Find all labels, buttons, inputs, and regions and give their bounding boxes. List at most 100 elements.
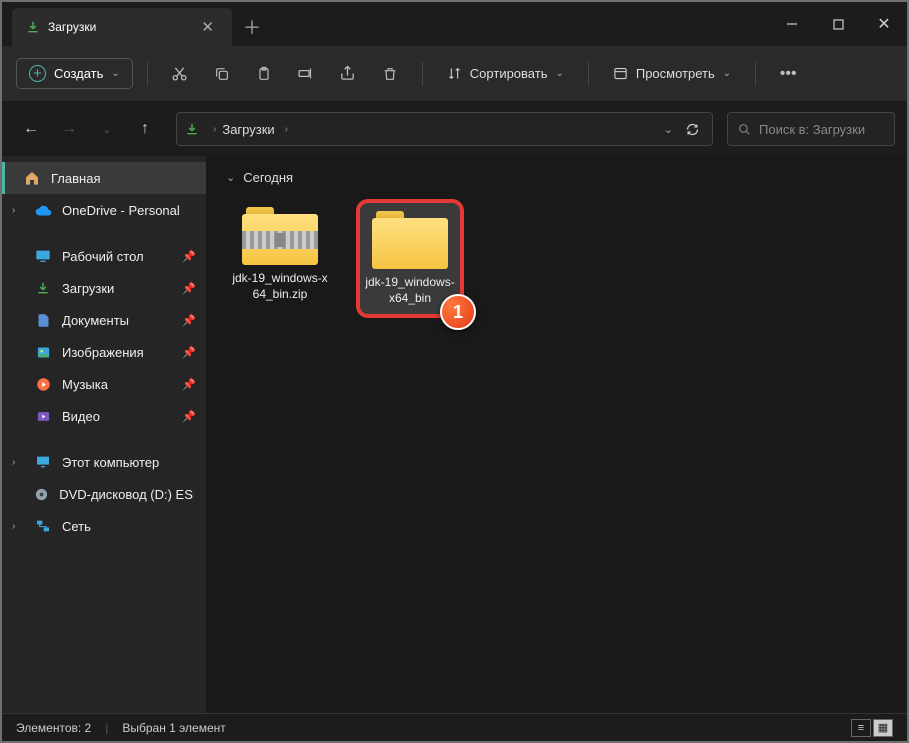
titlebar: Загрузки ✕ ＋ ✕ (2, 2, 907, 46)
sidebar-label: OneDrive - Personal (62, 203, 180, 218)
file-item-folder[interactable]: jdk-19_windows-x64_bin 1 (356, 199, 464, 318)
cloud-icon (34, 201, 52, 219)
minimize-button[interactable] (769, 2, 815, 46)
download-icon (185, 122, 199, 136)
recent-dropdown[interactable]: ⌄ (90, 112, 124, 146)
file-pane[interactable]: ⌄ Сегодня jdk-19_windows-x64_bin.zip (206, 156, 907, 713)
sort-label: Сортировать (470, 66, 548, 81)
copy-button[interactable] (204, 56, 240, 92)
sidebar-label: Музыка (62, 377, 108, 392)
back-button[interactable]: ← (14, 112, 48, 146)
address-history-dropdown[interactable]: ⌄ (664, 123, 673, 136)
sidebar-item-network[interactable]: › Сеть (2, 510, 206, 542)
rename-button[interactable] (288, 56, 324, 92)
search-placeholder: Поиск в: Загрузки (759, 122, 865, 137)
sidebar-item-downloads[interactable]: Загрузки 📌 (2, 272, 206, 304)
tab-close-button[interactable]: ✕ (197, 18, 218, 36)
file-item-zip[interactable]: jdk-19_windows-x64_bin.zip (226, 199, 334, 318)
sidebar-label: Документы (62, 313, 129, 328)
forward-button[interactable]: → (52, 112, 86, 146)
sidebar-item-music[interactable]: Музыка 📌 (2, 368, 206, 400)
details-view-button[interactable]: ≡ (851, 719, 871, 737)
view-button[interactable]: Просмотреть ⌄ (603, 60, 741, 87)
delete-button[interactable] (372, 56, 408, 92)
content-area: Главная › OneDrive - Personal Рабочий ст… (2, 156, 907, 713)
chevron-right-icon: › (12, 457, 15, 468)
video-icon (34, 407, 52, 425)
chevron-down-icon: ⌄ (555, 68, 563, 79)
sidebar-item-pictures[interactable]: Изображения 📌 (2, 336, 206, 368)
zip-folder-icon (242, 207, 318, 265)
up-button[interactable]: ↑ (128, 112, 162, 146)
tab-downloads[interactable]: Загрузки ✕ (12, 8, 232, 46)
sidebar-item-home[interactable]: Главная (2, 162, 206, 194)
file-grid: jdk-19_windows-x64_bin.zip jdk-19_window… (226, 199, 887, 318)
folder-icon (372, 211, 448, 269)
cut-button[interactable] (162, 56, 198, 92)
annotation-badge: 1 (440, 294, 476, 330)
sidebar-label: Изображения (62, 345, 144, 360)
search-input[interactable]: Поиск в: Загрузки (727, 112, 895, 146)
chevron-right-icon: › (12, 521, 15, 532)
group-header-today[interactable]: ⌄ Сегодня (226, 170, 887, 185)
sidebar-item-desktop[interactable]: Рабочий стол 📌 (2, 240, 206, 272)
sidebar-item-onedrive[interactable]: › OneDrive - Personal (2, 194, 206, 226)
close-button[interactable]: ✕ (861, 2, 907, 46)
share-button[interactable] (330, 56, 366, 92)
chevron-down-icon: ⌄ (111, 68, 119, 79)
file-name: jdk-19_windows-x64_bin.zip (230, 271, 330, 302)
icons-view-button[interactable]: ▦ (873, 719, 893, 737)
sidebar-label: Сеть (62, 519, 91, 534)
pin-icon: 📌 (182, 378, 196, 391)
status-bar: Элементов: 2 | Выбран 1 элемент ≡ ▦ (2, 713, 907, 741)
paste-button[interactable] (246, 56, 282, 92)
refresh-button[interactable] (681, 122, 704, 137)
sidebar-item-dvd[interactable]: DVD-дисковод (D:) ESD-IS (2, 478, 206, 510)
toolbar: + Создать ⌄ Сортировать ⌄ Просмотреть ⌄ … (2, 46, 907, 102)
create-button[interactable]: + Создать ⌄ (16, 58, 133, 89)
sidebar-label: Загрузки (62, 281, 114, 296)
selection-count: Выбран 1 элемент (122, 721, 225, 735)
sidebar-item-videos[interactable]: Видео 📌 (2, 400, 206, 432)
sort-button[interactable]: Сортировать ⌄ (437, 60, 574, 87)
sidebar-label: Главная (51, 171, 100, 186)
plus-icon: + (29, 65, 46, 82)
computer-icon (34, 453, 52, 471)
download-icon (26, 20, 40, 34)
chevron-right-icon: › (213, 124, 216, 135)
sidebar-item-documents[interactable]: Документы 📌 (2, 304, 206, 336)
pin-icon: 📌 (182, 282, 196, 295)
sort-icon (447, 66, 462, 81)
music-icon (34, 375, 52, 393)
chevron-right-icon: › (285, 124, 288, 135)
network-icon (34, 517, 52, 535)
desktop-icon (34, 247, 52, 265)
breadcrumb-item[interactable]: Загрузки (222, 122, 274, 137)
group-label: Сегодня (243, 170, 293, 185)
item-count: Элементов: 2 (16, 721, 91, 735)
sidebar-item-thispc[interactable]: › Этот компьютер (2, 446, 206, 478)
new-tab-button[interactable]: ＋ (232, 8, 272, 46)
home-icon (23, 169, 41, 187)
view-label: Просмотреть (636, 66, 715, 81)
sidebar-label: DVD-дисковод (D:) ESD-IS (59, 487, 194, 502)
more-button[interactable]: ••• (770, 56, 806, 92)
view-icon (613, 66, 628, 81)
pin-icon: 📌 (182, 250, 196, 263)
sidebar: Главная › OneDrive - Personal Рабочий ст… (2, 156, 206, 713)
nav-bar: ← → ⌄ ↑ › Загрузки › ⌄ Поиск в: Загрузки (2, 102, 907, 156)
chevron-down-icon: ⌄ (723, 68, 731, 79)
disc-icon (34, 485, 49, 503)
maximize-button[interactable] (815, 2, 861, 46)
document-icon (34, 311, 52, 329)
pin-icon: 📌 (182, 314, 196, 327)
sidebar-label: Рабочий стол (62, 249, 144, 264)
window-controls: ✕ (769, 2, 907, 46)
create-label: Создать (54, 66, 103, 81)
sidebar-label: Видео (62, 409, 100, 424)
download-icon (34, 279, 52, 297)
chevron-down-icon: ⌄ (226, 171, 235, 184)
address-bar[interactable]: › Загрузки › ⌄ (176, 112, 713, 146)
sidebar-label: Этот компьютер (62, 455, 159, 470)
chevron-right-icon: › (12, 205, 15, 216)
